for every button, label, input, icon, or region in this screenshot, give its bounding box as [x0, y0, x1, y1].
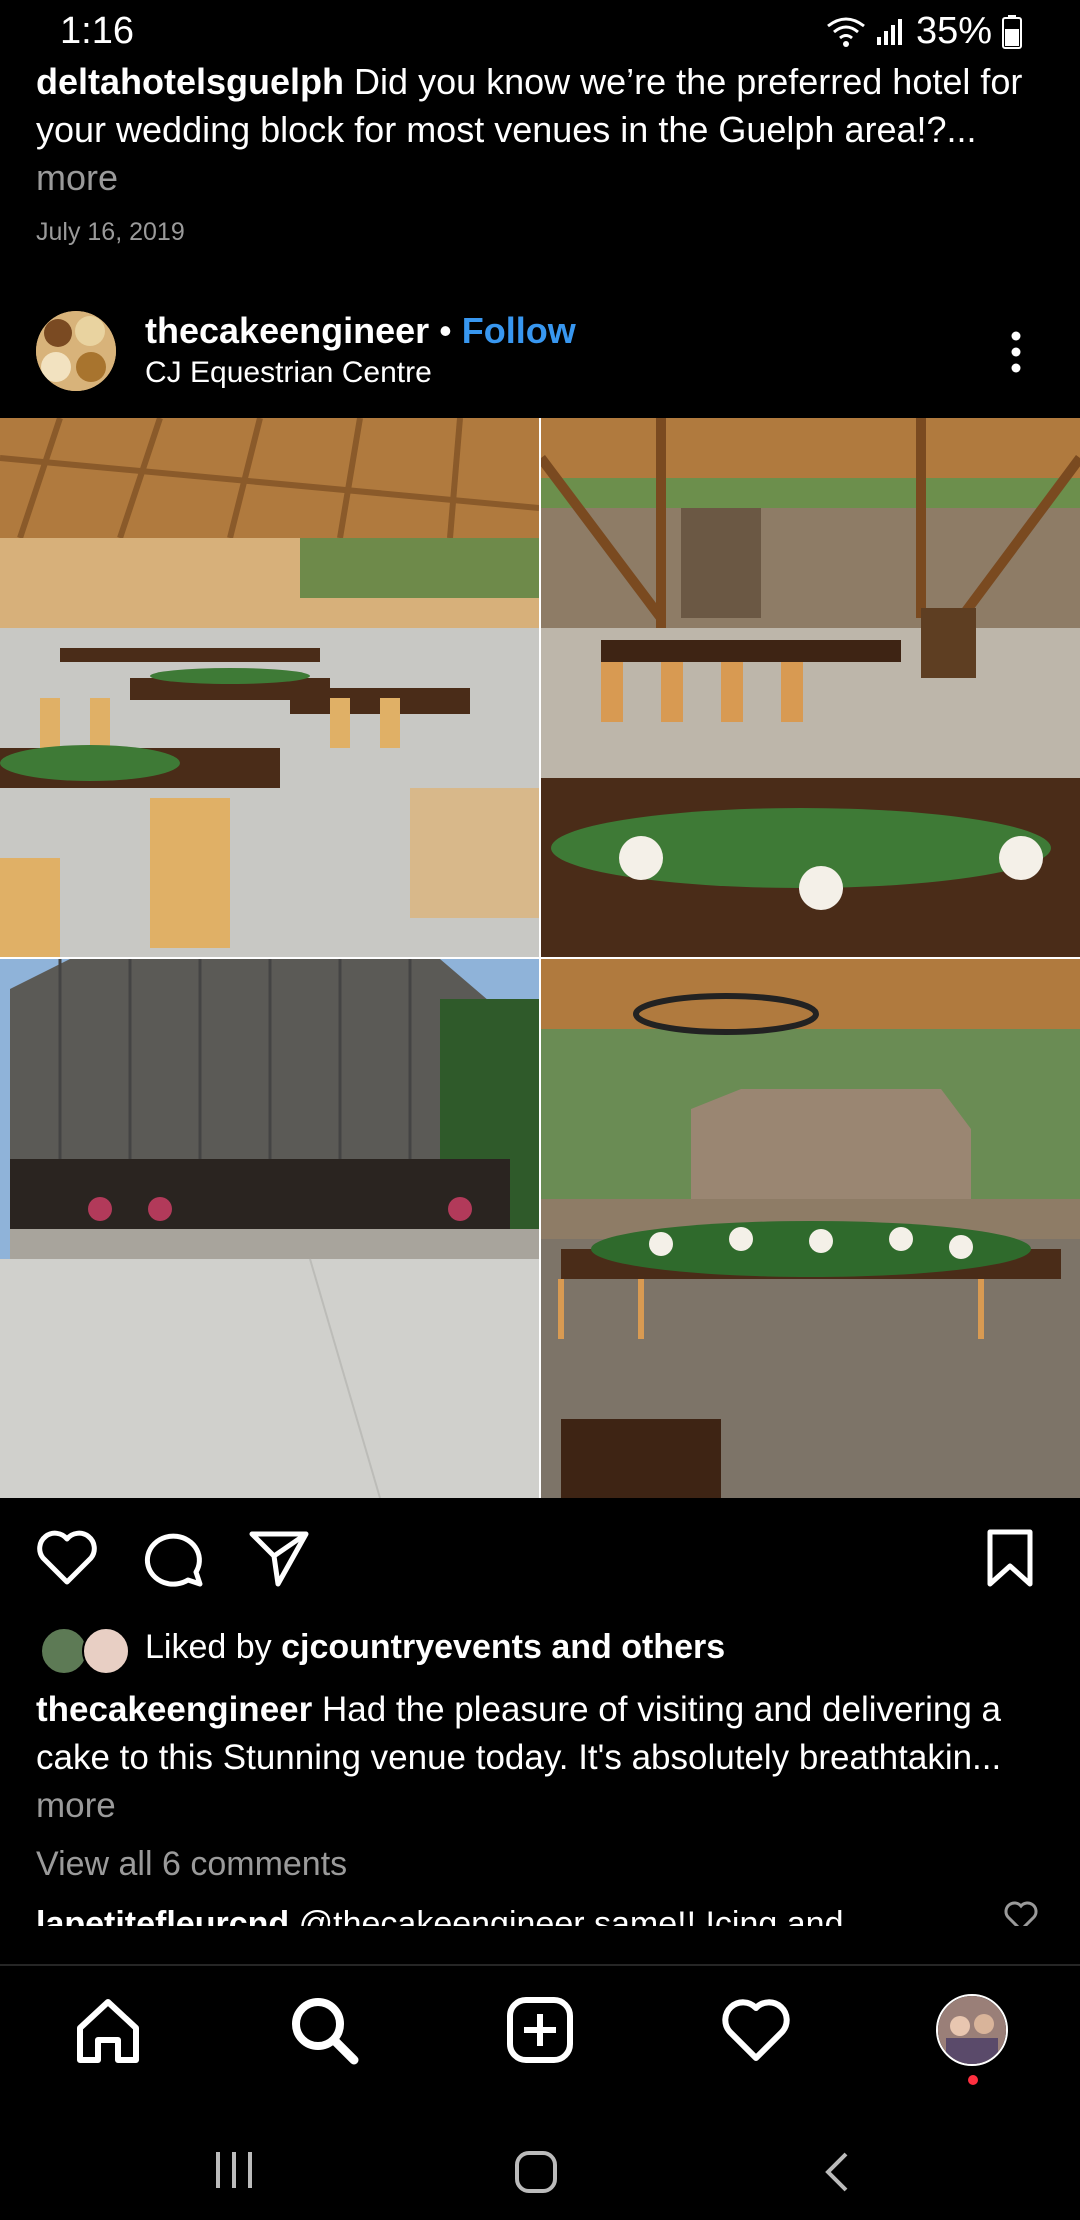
previous-post-username[interactable]: deltahotelsguelph — [36, 61, 344, 102]
post-header: thecakeengineer • Follow — [145, 310, 576, 352]
add-post-icon[interactable] — [504, 1994, 576, 2066]
photo-barn-interior — [0, 418, 539, 957]
home-icon[interactable] — [72, 1994, 144, 2066]
comment-like-icon[interactable] — [1004, 1900, 1038, 1926]
liker-avatar-2[interactable] — [82, 1627, 130, 1675]
search-icon[interactable] — [288, 1994, 360, 2066]
caption-more-link[interactable]: more — [36, 1786, 116, 1825]
comment-icon[interactable] — [144, 1528, 204, 1588]
share-icon[interactable] — [248, 1528, 310, 1588]
post-location[interactable]: CJ Equestrian Centre — [145, 356, 432, 390]
notification-dot — [968, 2075, 978, 2085]
liked-by[interactable]: Liked by cjcountryevents and others — [145, 1628, 725, 1667]
photo-stone-pavilion — [541, 418, 1080, 957]
status-time: 1:16 — [60, 10, 134, 52]
more-options-icon[interactable] — [1000, 328, 1032, 376]
status-bar: 1:16 35% — [0, 0, 1080, 60]
liker-avatar-1[interactable] — [40, 1627, 88, 1675]
header-separator: • — [439, 310, 452, 351]
heart-icon[interactable] — [36, 1530, 98, 1586]
battery-percent: 35% — [915, 10, 992, 52]
photo-barn-exterior — [0, 959, 539, 1498]
system-nav-bar — [0, 2110, 1080, 2220]
previous-post-more-link[interactable]: more — [36, 157, 118, 198]
previous-post-date: July 16, 2019 — [36, 218, 185, 246]
activity-heart-icon[interactable] — [720, 1994, 792, 2066]
view-all-comments-link[interactable]: View all 6 comments — [36, 1845, 347, 1884]
profile-avatar[interactable] — [936, 1994, 1008, 2066]
grid-divider-v — [539, 418, 541, 1498]
previous-post-caption: deltahotelsguelph Did you know we’re the… — [36, 58, 1046, 202]
battery-icon — [1002, 14, 1022, 49]
post-caption: thecakeengineer Had the pleasure of visi… — [36, 1686, 1046, 1830]
liked-by-suffix[interactable]: and others — [551, 1628, 725, 1666]
preview-comment: lapetitefleurcnd @thecakeengineer same!!… — [36, 1900, 1026, 1926]
post-author-username[interactable]: thecakeengineer — [145, 310, 429, 351]
bottom-nav — [0, 1966, 1080, 2096]
comment-text: @thecakeengineer same!! Icing and — [298, 1905, 844, 1926]
home-button-icon[interactable] — [514, 2150, 558, 2194]
post-image-collage[interactable] — [0, 418, 1080, 1498]
back-icon[interactable] — [822, 2150, 852, 2194]
status-icons: 35% — [826, 10, 1022, 53]
caption-username[interactable]: thecakeengineer — [36, 1690, 312, 1729]
photo-head-table — [541, 959, 1080, 1498]
post-author-avatar[interactable] — [36, 311, 116, 391]
wifi-icon — [827, 17, 865, 47]
bookmark-icon[interactable] — [984, 1528, 1036, 1588]
recent-apps-icon[interactable] — [212, 2150, 256, 2190]
follow-button[interactable]: Follow — [462, 310, 576, 351]
signal-icon — [876, 18, 902, 45]
liked-by-prefix: Liked by — [145, 1628, 272, 1666]
liked-by-user[interactable]: cjcountryevents — [281, 1628, 542, 1666]
post-actions — [0, 1520, 1080, 1600]
comment-username[interactable]: lapetitefleurcnd — [36, 1905, 289, 1926]
